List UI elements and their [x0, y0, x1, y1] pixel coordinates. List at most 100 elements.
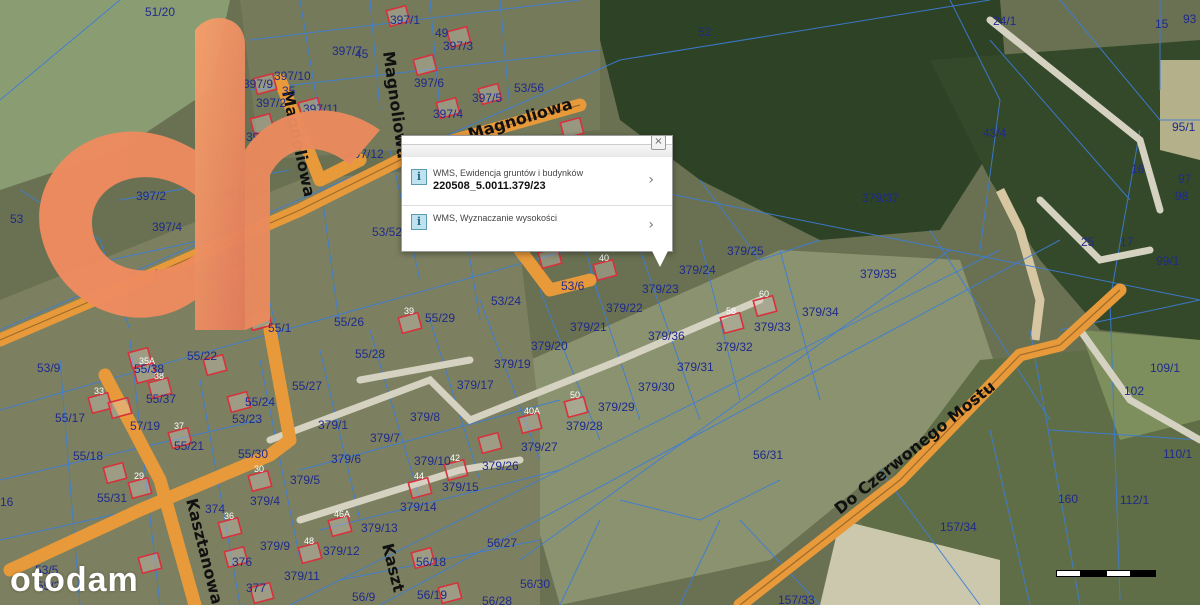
parcel-label: 16	[1131, 162, 1145, 176]
parcel-label: 397/9	[243, 77, 273, 91]
parcel-label: 397/4	[433, 107, 463, 121]
parcel-label: 25	[1081, 235, 1095, 249]
parcel-label: 379/24	[679, 263, 716, 277]
parcel-label: 379/31	[677, 360, 714, 374]
parcel-label: 35	[282, 84, 296, 98]
map-canvas[interactable]: Magnoliowa Magnoliowa Magnoliowa Kasztan…	[0, 0, 1200, 605]
chevron-right-icon[interactable]: ›	[648, 217, 654, 233]
building-number: 46A	[334, 509, 350, 519]
parcel-label: 51/20	[145, 5, 175, 19]
parcel-id: 220508_5.0011.379/23	[433, 180, 546, 192]
field-east-top	[1160, 60, 1200, 160]
parcel-label: 55/37	[146, 392, 176, 406]
parcel-label: 379/5	[290, 473, 320, 487]
parcel-label: 397/10	[274, 69, 311, 83]
parcel-label: 374	[205, 502, 225, 516]
parcel-label: 49	[435, 26, 449, 40]
building-number: 40	[599, 253, 609, 263]
parcel-label: 55/18	[73, 449, 103, 463]
parcel-label: 56/28	[482, 594, 512, 605]
info-icon: i	[411, 169, 427, 185]
parcel-label: 379/19	[494, 357, 531, 371]
parcel-label: 379/10	[414, 454, 451, 468]
parcel-label: 379/34	[802, 305, 839, 319]
parcel-label: 379/15	[442, 480, 479, 494]
parcel-label: 377	[246, 581, 266, 595]
parcel-label: 97	[1178, 172, 1192, 186]
parcel-label: 93	[1183, 12, 1197, 26]
parcel-label: 99/1	[1156, 254, 1180, 268]
parcel-label: 17	[1120, 235, 1134, 249]
parcel-label: 379/27	[521, 440, 558, 454]
chevron-right-icon[interactable]: ›	[648, 172, 654, 188]
building-number: 30	[254, 464, 264, 474]
building-number: 60	[759, 289, 769, 299]
parcel-label: 397/2	[136, 189, 166, 203]
parcel-label: 379/1	[318, 418, 348, 432]
parcel-label: 379/32	[716, 340, 753, 354]
parcel-label: 379/33	[754, 320, 791, 334]
popup-row-ewidencja[interactable]: i WMS, Ewidencja gruntów i budynków 2205…	[402, 163, 672, 201]
parcel-label: 379/28	[566, 419, 603, 433]
parcel-label: 102	[1124, 384, 1144, 398]
parcel-label: 379/14	[400, 500, 437, 514]
parcel-label: 397/4	[152, 220, 182, 234]
info-icon: i	[411, 214, 427, 230]
parcel-label: 55/17	[55, 411, 85, 425]
parcel-label: 379/7	[370, 431, 400, 445]
popup-row-wysokosci[interactable]: i WMS, Wyznaczanie wysokości ›	[402, 208, 672, 246]
parcel-label: 379/36	[648, 329, 685, 343]
parcel-label: 53/52	[372, 225, 402, 239]
parcel-label: 55/29	[425, 311, 455, 325]
building-number: 29	[134, 471, 144, 481]
parcel-label: 160	[1058, 492, 1078, 506]
parcel-label: 56/19	[417, 588, 447, 602]
parcel-label: 379/12	[323, 544, 360, 558]
popup-divider	[402, 205, 672, 206]
close-icon[interactable]: ×	[651, 135, 666, 150]
parcel-label: 56/31	[753, 448, 783, 462]
building-number: 44	[414, 471, 424, 481]
parcel-label: 43/4	[983, 126, 1007, 140]
watermark-text: otodam	[10, 561, 139, 599]
parcel-label: 157/33	[778, 593, 815, 605]
parcel-label: 56/18	[416, 555, 446, 569]
building-number: 40A	[524, 406, 540, 416]
parcel-label: 45	[355, 47, 369, 61]
building-number: 39	[404, 306, 414, 316]
popup-pointer	[651, 249, 669, 267]
parcel-label: 379/25	[727, 244, 764, 258]
parcel-label: 56/27	[487, 536, 517, 550]
parcel-label: 55/31	[97, 491, 127, 505]
parcel-label: 55/30	[238, 447, 268, 461]
parcel-label: 379/20	[531, 339, 568, 353]
parcel-label: 55/26	[334, 315, 364, 329]
popup-row-title: WMS, Ewidencja gruntów i budynków	[433, 168, 584, 178]
parcel-label: 56/9	[352, 590, 376, 604]
parcel-label: 55/38	[134, 362, 164, 376]
building-number: 42	[450, 453, 460, 463]
parcel-label: 379/37	[862, 191, 899, 205]
parcel-label: 53	[10, 212, 24, 226]
parcel-label: 53/9	[37, 361, 61, 375]
parcel-label: 379/6	[331, 452, 361, 466]
parcel-label: 53/6	[561, 279, 585, 293]
parcel-label: 55/1	[268, 321, 292, 335]
parcel-label: 24/1	[993, 14, 1017, 28]
parcel-label: 16	[0, 495, 14, 509]
parcel-label: 379/30	[638, 380, 675, 394]
parcel-label: 109/1	[1150, 361, 1180, 375]
parcel-label: 397/5	[472, 91, 502, 105]
building-number: 33	[94, 386, 104, 396]
parcel-label: 379/11	[284, 569, 320, 583]
parcel-label: 397/1	[390, 13, 420, 27]
parcel-label: 397/2	[256, 96, 286, 110]
parcel-label: 379/29	[598, 400, 635, 414]
parcel-label: 53/24	[491, 294, 521, 308]
parcel-label: 55/28	[355, 347, 385, 361]
parcel-label: 98	[1175, 189, 1189, 203]
parcel-label: 157/34	[940, 520, 977, 534]
parcel-label: 379/17	[457, 378, 494, 392]
parcel-label: 379/22	[606, 301, 643, 315]
building-number: 48	[304, 536, 314, 546]
